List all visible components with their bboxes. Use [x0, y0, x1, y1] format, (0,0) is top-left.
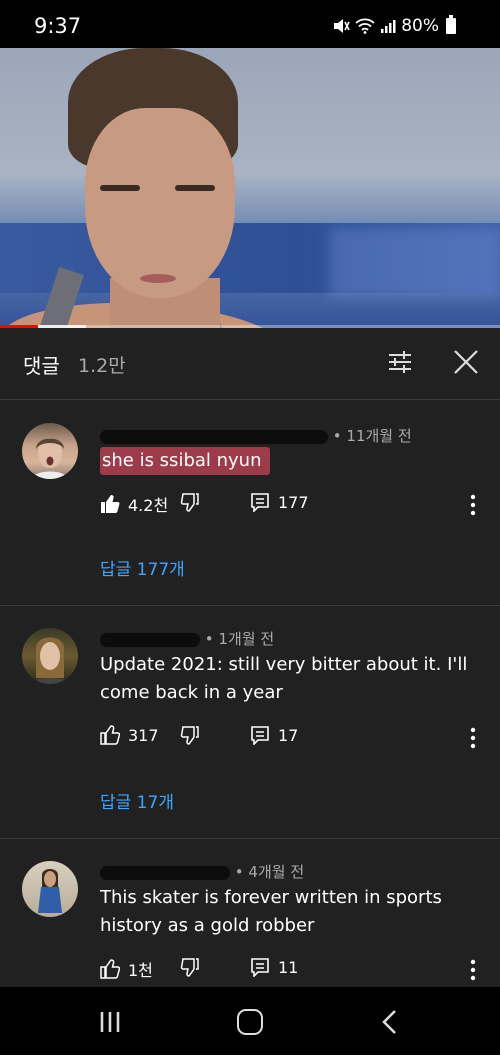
- system-navigation-bar: [0, 987, 500, 1055]
- video-skater-lips: [140, 274, 176, 283]
- like-button[interactable]: 1천: [100, 957, 153, 981]
- thumbs-down-icon: [180, 958, 199, 977]
- signal-icon: [381, 20, 396, 33]
- comment-actions: 4.2천 177: [100, 492, 490, 520]
- filter-icon[interactable]: [386, 348, 414, 376]
- reply-button[interactable]: 11: [250, 957, 298, 977]
- comment-item: • 11개월 전 she is ssibal nyun 4.2천 177 답글 …: [0, 401, 500, 605]
- avatar[interactable]: [22, 628, 78, 684]
- comments-title: 댓글: [23, 354, 60, 378]
- meta-separator: •: [204, 630, 219, 648]
- more-options-icon[interactable]: [470, 494, 476, 516]
- video-skater-brow: [175, 185, 215, 191]
- video-skater-face: [85, 108, 235, 298]
- avatar-picture: [32, 438, 68, 479]
- redacted-username: [100, 865, 230, 880]
- comment-time: 11개월 전: [346, 427, 412, 445]
- comment-item: • 4개월 전 This skater is forever written i…: [0, 839, 500, 987]
- meta-separator: •: [332, 427, 347, 445]
- avatar[interactable]: [22, 423, 78, 479]
- more-options-icon[interactable]: [470, 959, 476, 981]
- comment-actions: 1천 11: [100, 957, 490, 985]
- more-options-icon[interactable]: [470, 727, 476, 749]
- view-replies-link[interactable]: 답글 177개: [100, 555, 185, 580]
- status-icons: 80%: [332, 15, 456, 36]
- comment-actions: 317 17: [100, 725, 490, 753]
- comment-time: 4개월 전: [248, 863, 305, 881]
- reply-button[interactable]: 17: [250, 725, 298, 745]
- redacted-username: [100, 429, 328, 444]
- dislike-button[interactable]: [180, 725, 200, 745]
- comment-meta: • 4개월 전: [100, 861, 304, 882]
- comments-header: 댓글 1.2만: [0, 328, 500, 400]
- battery-icon: [446, 15, 456, 34]
- reply-icon: [251, 493, 269, 512]
- reply-icon: [251, 958, 269, 977]
- video-background-banner: [330, 228, 500, 298]
- avatar[interactable]: [22, 861, 78, 917]
- comment-text: This skater is forever written in sports…: [100, 887, 442, 936]
- meta-separator: •: [234, 863, 249, 881]
- status-bar: 9:37 80%: [0, 0, 500, 48]
- dislike-button[interactable]: [180, 957, 200, 977]
- reply-count: 17: [278, 725, 299, 745]
- redacted-username: [100, 632, 200, 647]
- like-count: 4.2천: [128, 496, 169, 515]
- comment-time: 1개월 전: [218, 630, 275, 648]
- like-count: 317: [128, 725, 159, 745]
- reply-button[interactable]: 177: [250, 492, 309, 512]
- back-icon[interactable]: [380, 1009, 400, 1035]
- comment-meta: • 1개월 전: [100, 628, 274, 649]
- mute-icon: [334, 19, 350, 33]
- thumbs-down-icon: [180, 726, 199, 745]
- comment-item: • 1개월 전 Update 2021: still very bitter a…: [0, 606, 500, 838]
- comments-count: 1.2만: [78, 355, 126, 377]
- recent-apps-icon[interactable]: [98, 1010, 122, 1034]
- comment-text: Update 2021: still very bitter about it.…: [100, 654, 468, 703]
- reply-count: 11: [278, 957, 299, 977]
- reply-count: 177: [278, 492, 309, 512]
- like-count: 1천: [128, 961, 153, 980]
- avatar-picture: [38, 869, 62, 913]
- dislike-button[interactable]: [180, 492, 200, 512]
- close-icon[interactable]: [452, 348, 480, 376]
- like-button[interactable]: 317: [100, 725, 159, 745]
- status-time: 9:37: [34, 14, 82, 38]
- thumbs-up-filled-icon: [101, 495, 120, 513]
- like-button[interactable]: 4.2천: [100, 492, 168, 516]
- battery-percent: 80%: [401, 16, 439, 36]
- reply-icon: [251, 726, 269, 745]
- video-player[interactable]: [0, 48, 500, 328]
- thumbs-down-icon: [180, 493, 199, 512]
- avatar-picture: [30, 637, 70, 684]
- video-skater-brow: [100, 185, 140, 191]
- home-icon[interactable]: [237, 1009, 263, 1035]
- wifi-icon: [355, 18, 375, 34]
- comment-meta: • 11개월 전: [100, 425, 412, 446]
- comment-text: she is ssibal nyun: [100, 447, 270, 475]
- thumbs-up-icon: [100, 725, 120, 745]
- view-replies-link[interactable]: 답글 17개: [100, 788, 174, 813]
- thumbs-up-icon: [100, 959, 120, 979]
